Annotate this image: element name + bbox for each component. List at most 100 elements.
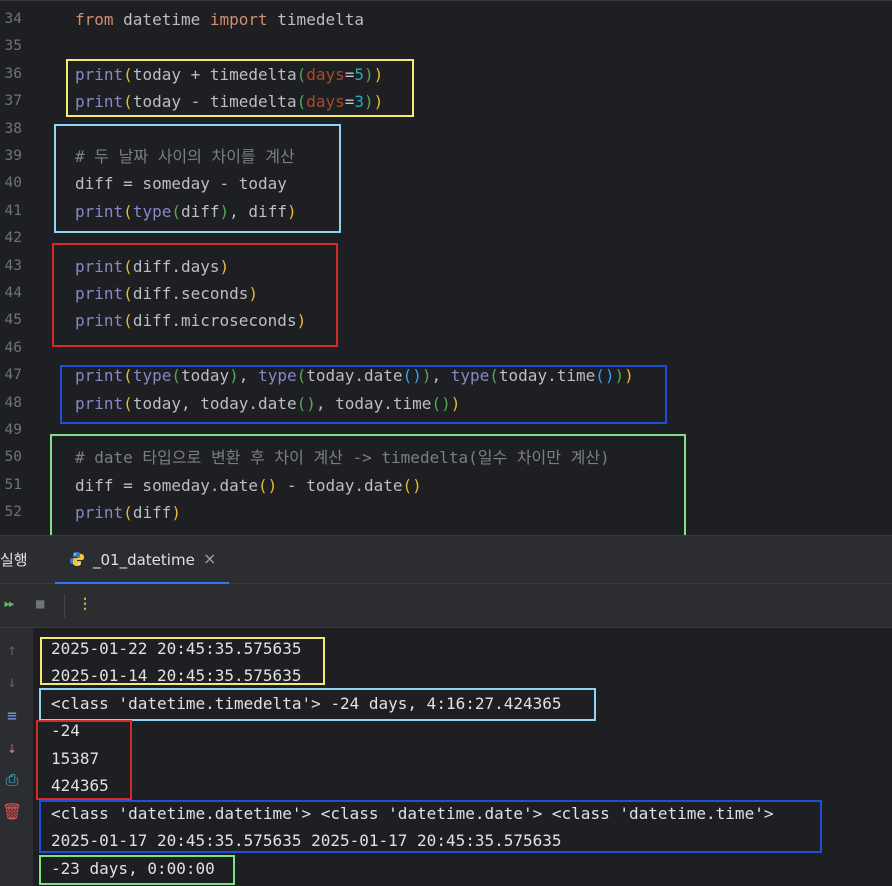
code-token: type xyxy=(258,366,297,386)
code-line[interactable]: 48 print(today, today.date(), today.time(… xyxy=(0,390,892,417)
code-token: ) xyxy=(219,201,230,221)
line-code: print(today - timedelta(days=3)) xyxy=(75,88,383,115)
code-token: timedelta xyxy=(209,64,297,84)
code-token: ) xyxy=(248,284,259,303)
line-code: print(diff.seconds) xyxy=(75,280,258,307)
code-token: ) xyxy=(450,393,461,413)
code-token: ( xyxy=(123,256,133,276)
line-number: 51 xyxy=(4,476,22,493)
code-line[interactable]: 51 diff = someday.date() - today.date() xyxy=(0,472,892,499)
code-token: = xyxy=(344,92,355,112)
line-code: from datetime import timedelta xyxy=(75,6,364,33)
print-icon[interactable]: ⎙ xyxy=(2,770,22,790)
console-line: -23 days, 0:00:00 xyxy=(51,859,215,878)
line-number: 35 xyxy=(4,38,22,55)
console-line: 2025-01-22 20:45:35.575635 xyxy=(51,639,302,658)
code-token: ) xyxy=(296,311,307,331)
code-token: ( xyxy=(171,366,181,386)
code-token: diff.days xyxy=(132,256,220,276)
code-token: ) xyxy=(171,503,181,523)
code-token: print xyxy=(75,284,124,303)
more-options-icon[interactable]: ⋮ xyxy=(78,596,92,612)
code-token: datetime xyxy=(113,10,210,29)
line-code: print(diff.days) xyxy=(75,253,229,280)
line-number: 46 xyxy=(4,339,22,356)
code-line[interactable]: 44 print(diff.seconds) xyxy=(0,280,892,307)
code-editor[interactable]: 34 from datetime import timedelta 35 36 prin… xyxy=(0,0,892,542)
close-tab-icon[interactable]: × xyxy=(203,549,216,568)
code-token: timedelta xyxy=(209,92,297,112)
code-line[interactable]: 40 diff = someday - today xyxy=(0,170,892,197)
code-line[interactable]: 36 print(today + timedelta(days=5)) xyxy=(0,61,892,88)
code-token: 5 xyxy=(354,64,365,84)
code-token: ( xyxy=(123,366,133,386)
code-line[interactable]: 46 xyxy=(0,335,892,362)
console-gutter: ↑ ↓ ≡ ⇣ ⎙ 🗑 xyxy=(0,628,33,886)
code-line[interactable]: 39 # 두 날짜 사이의 차이를 계산 xyxy=(0,143,892,170)
scroll-to-end-icon[interactable]: ⇣ xyxy=(2,738,22,757)
line-number: 52 xyxy=(4,504,22,521)
code-token: () xyxy=(258,475,278,495)
code-token: diff xyxy=(180,201,220,221)
code-line[interactable]: 43 print(diff.days) xyxy=(0,253,892,280)
line-number: 40 xyxy=(4,175,22,192)
code-token: ) xyxy=(364,64,374,84)
scroll-down-icon[interactable]: ↓ xyxy=(2,672,22,691)
code-line[interactable]: 37 print(today - timedelta(days=3)) xyxy=(0,88,892,115)
code-token: diff.seconds xyxy=(132,284,249,303)
code-token: print xyxy=(75,256,124,276)
line-number: 34 xyxy=(4,11,22,27)
code-line[interactable]: 42 xyxy=(0,225,892,252)
code-token: = xyxy=(344,64,355,84)
code-token: ( xyxy=(171,201,181,221)
code-token: from xyxy=(75,10,114,29)
code-token: print xyxy=(75,503,124,523)
code-token: import xyxy=(209,10,268,29)
line-number: 37 xyxy=(4,93,22,110)
line-number: 45 xyxy=(4,312,22,329)
code-line[interactable]: 38 xyxy=(0,116,892,143)
scroll-up-icon[interactable]: ↑ xyxy=(2,640,22,659)
code-token: print xyxy=(75,366,124,386)
code-token: ( xyxy=(123,201,133,221)
code-line[interactable]: 34 from datetime import timedelta xyxy=(0,6,892,33)
line-number: 49 xyxy=(4,422,22,438)
line-code: print(diff.microseconds) xyxy=(75,307,306,334)
line-code: print(type(today), type(today.date()), t… xyxy=(75,362,634,389)
console-line: 2025-01-14 20:45:35.575635 xyxy=(51,666,302,685)
code-token: days xyxy=(306,92,345,112)
run-panel-title: 실행 xyxy=(0,551,28,569)
code-token: timedelta xyxy=(267,10,364,29)
code-line[interactable]: 41 print(type(diff), diff) xyxy=(0,198,892,225)
code-line[interactable]: 45 print(diff.microseconds) xyxy=(0,307,892,334)
code-line[interactable]: 47 print(type(today), type(today.date()),… xyxy=(0,362,892,389)
code-line[interactable]: 50 # date 타입으로 변환 후 차이 계산 -> timedelta(일수… xyxy=(0,444,892,471)
console-line: 424365 xyxy=(51,776,109,795)
line-number: 41 xyxy=(4,202,22,219)
line-code: diff = someday.date() - today.date() xyxy=(75,472,422,499)
rerun-icon[interactable]: ▸▸ xyxy=(3,596,16,612)
line-number: 50 xyxy=(4,449,22,466)
console-line: -24 xyxy=(51,721,80,740)
code-token: type xyxy=(450,366,490,386)
code-token: ( xyxy=(296,64,307,84)
tab-01-datetime[interactable]: _01_datetime × xyxy=(55,536,229,584)
soft-wrap-icon[interactable]: ≡ xyxy=(2,706,22,725)
code-token: ( xyxy=(296,366,307,386)
code-token: , diff xyxy=(229,201,287,221)
code-token: ( xyxy=(296,92,307,112)
code-line[interactable]: 52 print(diff) xyxy=(0,499,892,526)
line-number: 43 xyxy=(4,257,22,274)
code-token: ( xyxy=(123,64,133,84)
code-token: print xyxy=(75,64,124,84)
code-line[interactable]: 49 xyxy=(0,417,892,444)
stop-icon[interactable]: ■ xyxy=(36,596,44,612)
code-token: diff = someday - today xyxy=(75,174,287,194)
code-token: print xyxy=(75,311,124,331)
code-token: ) xyxy=(373,92,384,112)
code-line[interactable]: 35 xyxy=(0,33,892,60)
code-token: today.date xyxy=(306,366,403,386)
code-token: diff xyxy=(132,503,172,523)
code-token: days xyxy=(306,64,345,84)
trash-icon[interactable]: 🗑 xyxy=(2,802,22,821)
